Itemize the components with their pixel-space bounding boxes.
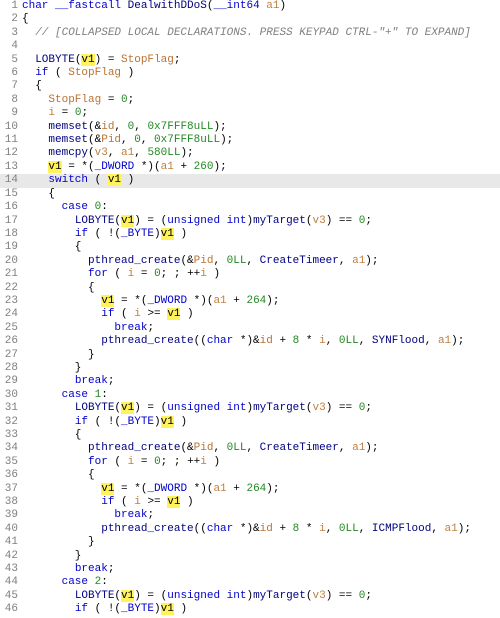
- line-number: 39: [0, 509, 22, 522]
- code-line: 5 LOBYTE(v1) = StopFlag;: [0, 54, 500, 67]
- code-line: 34 pthread_create(&Pid, 0LL, CreateTimee…: [0, 442, 500, 455]
- line-number: 44: [0, 576, 22, 589]
- line-number: 20: [0, 255, 22, 268]
- line-number: 1: [0, 0, 22, 13]
- code-line: 46 if ( !(_BYTE)v1 ): [0, 603, 500, 616]
- line-number: 46: [0, 603, 22, 616]
- line-number: 36: [0, 469, 22, 482]
- code-line: 20 pthread_create(&Pid, 0LL, CreateTimee…: [0, 255, 500, 268]
- code-line: 15 {: [0, 188, 500, 201]
- line-number: 32: [0, 416, 22, 429]
- code-line: 16 case 0:: [0, 201, 500, 214]
- code-line: 21 for ( i = 0; ; ++i ): [0, 268, 500, 281]
- line-number: 5: [0, 54, 22, 67]
- code-line: 37 v1 = *(_DWORD *)(a1 + 264);: [0, 483, 500, 496]
- line-number: 30: [0, 389, 22, 402]
- line-number: 37: [0, 483, 22, 496]
- line-number: 19: [0, 241, 22, 254]
- line-number: 40: [0, 523, 22, 536]
- code-line: 11 memset(&Pid, 0, 0x7FFF8uLL);: [0, 134, 500, 147]
- code-line: 40 pthread_create((char *)&id + 8 * i, 0…: [0, 523, 500, 536]
- line-number: 41: [0, 536, 22, 549]
- line-number: 14: [0, 174, 22, 187]
- line-number: 27: [0, 349, 22, 362]
- code-line: 17 LOBYTE(v1) = (unsigned int)myTarget(v…: [0, 215, 500, 228]
- line-number: 8: [0, 94, 22, 107]
- code-line: 42 }: [0, 550, 500, 563]
- line-number: 23: [0, 295, 22, 308]
- line-number: 42: [0, 550, 22, 563]
- line-number: 2: [0, 13, 22, 26]
- line-number: 10: [0, 121, 22, 134]
- line-number: 45: [0, 590, 22, 603]
- code-line: 26 pthread_create((char *)&id + 8 * i, 0…: [0, 335, 500, 348]
- code-line: 8 StopFlag = 0;: [0, 94, 500, 107]
- line-number: 24: [0, 308, 22, 321]
- line-number: 34: [0, 442, 22, 455]
- code-line: 10 memset(&id, 0, 0x7FFF8uLL);: [0, 121, 500, 134]
- line-number: 31: [0, 402, 22, 415]
- line-number: 12: [0, 147, 22, 160]
- line-number: 7: [0, 80, 22, 93]
- line-number: 16: [0, 201, 22, 214]
- code-line: 36 {: [0, 469, 500, 482]
- code-line: 25 break;: [0, 322, 500, 335]
- line-number: 43: [0, 563, 22, 576]
- line-number: 11: [0, 134, 22, 147]
- line-number: 22: [0, 282, 22, 295]
- line-number: 17: [0, 215, 22, 228]
- code-line: 44 case 2:: [0, 576, 500, 589]
- code-line: 33 {: [0, 429, 500, 442]
- code-line: 39 break;: [0, 509, 500, 522]
- code-line: 32 if ( !(_BYTE)v1 ): [0, 416, 500, 429]
- line-number: 6: [0, 67, 22, 80]
- line-number: 15: [0, 188, 22, 201]
- line-number: 9: [0, 107, 22, 120]
- line-number: 13: [0, 161, 22, 174]
- code-line: 28 }: [0, 362, 500, 375]
- code-line: 30 case 1:: [0, 389, 500, 402]
- line-number: 26: [0, 335, 22, 348]
- line-number: 38: [0, 496, 22, 509]
- line-number: 25: [0, 322, 22, 335]
- code-line: 43 break;: [0, 563, 500, 576]
- code-line-selected: 14 switch ( v1 ): [0, 174, 500, 187]
- code-line: 23 v1 = *(_DWORD *)(a1 + 264);: [0, 295, 500, 308]
- code-line: 4: [0, 40, 500, 53]
- code-line: 12 memcpy(v3, a1, 580LL);: [0, 147, 500, 160]
- code-line: 27 }: [0, 349, 500, 362]
- code-line: 19 {: [0, 241, 500, 254]
- line-number: 29: [0, 375, 22, 388]
- line-number: 35: [0, 456, 22, 469]
- line-number: 4: [0, 40, 22, 53]
- code-line: 45 LOBYTE(v1) = (unsigned int)myTarget(v…: [0, 590, 500, 603]
- code-line: 22 {: [0, 282, 500, 295]
- code-editor: 1char __fastcall DealwithDDoS(__int64 a1…: [0, 0, 500, 617]
- code-line: 13 v1 = *(_DWORD *)(a1 + 260);: [0, 161, 500, 174]
- code-line: 1char __fastcall DealwithDDoS(__int64 a1…: [0, 0, 500, 13]
- code-line: 38 if ( i >= v1 ): [0, 496, 500, 509]
- code-line: 3 // [COLLAPSED LOCAL DECLARATIONS. PRES…: [0, 27, 500, 40]
- code-line: 18 if ( !(_BYTE)v1 ): [0, 228, 500, 241]
- code-line: 24 if ( i >= v1 ): [0, 308, 500, 321]
- code-line: 9 i = 0;: [0, 107, 500, 120]
- code-line: 41 }: [0, 536, 500, 549]
- line-number: 3: [0, 27, 22, 40]
- code-line: 2{: [0, 13, 500, 26]
- code-line: 7 {: [0, 80, 500, 93]
- code-line: 31 LOBYTE(v1) = (unsigned int)myTarget(v…: [0, 402, 500, 415]
- line-number: 28: [0, 362, 22, 375]
- code-line: 35 for ( i = 0; ; ++i ): [0, 456, 500, 469]
- line-number: 21: [0, 268, 22, 281]
- line-number: 33: [0, 429, 22, 442]
- code-line: 29 break;: [0, 375, 500, 388]
- code-line: 6 if ( StopFlag ): [0, 67, 500, 80]
- line-number: 18: [0, 228, 22, 241]
